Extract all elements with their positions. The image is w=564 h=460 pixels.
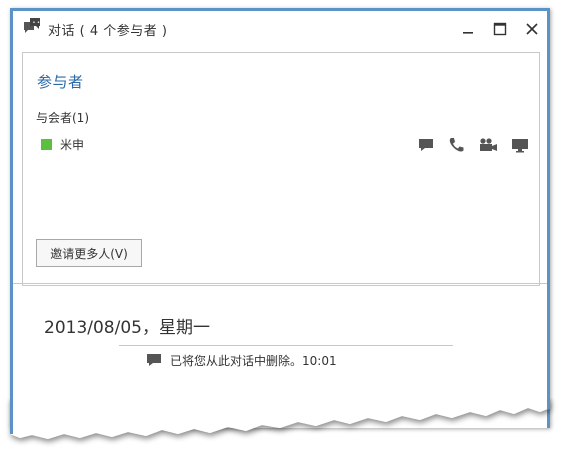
svg-text:• •: • • [33,20,41,26]
minimize-icon [463,32,473,34]
minimize-button[interactable] [458,19,478,39]
close-icon [526,23,538,35]
maximize-icon [493,22,507,36]
screen-share-icon [512,139,528,153]
call-button[interactable] [445,135,467,155]
video-icon [480,138,497,151]
chat-icon [147,354,161,366]
conversation-icon: • • [22,17,42,37]
system-message: 已将您从此对话中删除。10:01 [146,351,337,369]
participants-heading: 参与者 [37,73,84,91]
close-button[interactable] [522,19,542,39]
participants-panel: 参与者 与会者(1) 米申 邀请更多人(V) [22,52,540,286]
participant-name: 米申 [60,137,85,152]
screen-share-button[interactable] [509,135,531,155]
system-message-text: 已将您从此对话中删除。10:01 [170,353,337,368]
chat-icon [419,139,433,151]
attendees-count-label: 与会者(1) [36,111,89,125]
torn-edge-decoration [10,398,550,439]
video-call-button[interactable] [477,135,499,155]
invite-more-button[interactable]: 邀请更多人(V) [36,239,142,267]
conversation-window: • • 对话 ( 4 个参与者 ) 参与者 与会者(1) 米申 邀请更多人(V)… [10,8,550,428]
title-bar[interactable]: • • 对话 ( 4 个参与者 ) [13,11,547,47]
conversation-date: 2013/08/05，星期一 [44,318,210,338]
date-divider [119,345,453,346]
chat-button[interactable] [415,135,437,155]
window-title: 对话 ( 4 个参与者 ) [48,24,168,39]
presence-indicator [41,138,52,150]
maximize-button[interactable] [490,19,510,39]
phone-icon [449,138,464,152]
section-divider [13,283,547,284]
participant-item[interactable]: 米申 [41,134,84,154]
